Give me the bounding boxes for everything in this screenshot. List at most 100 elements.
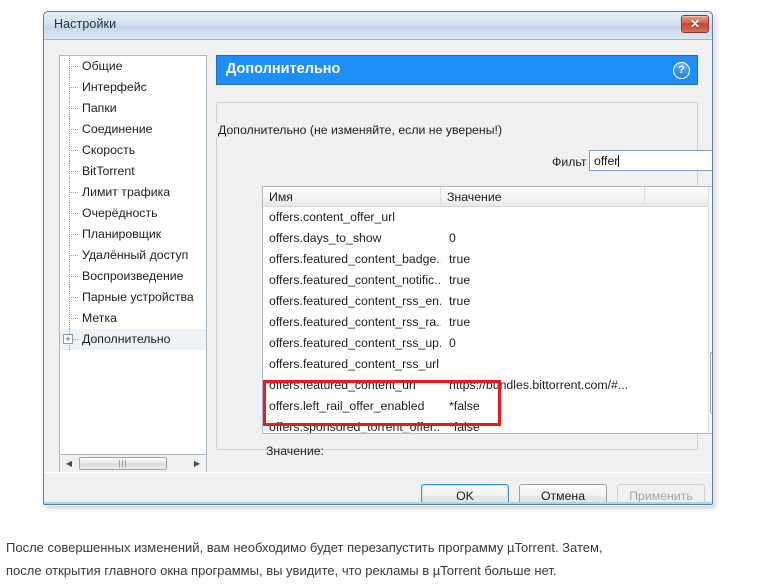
scroll-thumb-grip: |||	[118, 459, 128, 468]
sidebar-item-8[interactable]: Планировщик	[60, 224, 206, 245]
setting-value: true	[449, 252, 471, 266]
setting-value: *false	[449, 420, 480, 433]
setting-name: offers.left_rail_offer_enabled	[269, 399, 425, 413]
table-row[interactable]: offers.featured_content_rss_url	[263, 354, 712, 375]
table-row[interactable]: offers.featured_content_url https://bundl…	[263, 375, 712, 396]
table-row[interactable]: offers.days_to_show 0	[263, 228, 712, 249]
tree-line	[69, 129, 78, 130]
sidebar-item-2[interactable]: Папки	[60, 98, 206, 119]
button-bar-separator	[44, 472, 712, 473]
setting-name: offers.featured_content_notific...	[269, 273, 441, 287]
setting-value: true	[449, 294, 471, 308]
title-bar[interactable]: Настройки ✕	[44, 12, 712, 40]
value-label: Значение:	[266, 444, 324, 458]
sidebar-item-label: BitTorrent	[82, 164, 135, 178]
table-row[interactable]: offers.content_offer_url	[263, 207, 712, 228]
setting-name: offers.days_to_show	[269, 231, 382, 245]
scroll-right-arrow-icon[interactable]: ▶	[189, 456, 205, 471]
sidebar-item-label: Воспроизведение	[82, 269, 184, 283]
tree-expander-icon[interactable]: +	[63, 334, 73, 344]
setting-value: 0	[449, 336, 456, 350]
sidebar-item-label: Лимит трафика	[82, 185, 171, 199]
sidebar-item-label: Общие	[82, 59, 123, 73]
setting-value: *false	[449, 399, 480, 413]
table-row[interactable]: offers.featured_content_rss_ra... true	[263, 312, 712, 333]
table-row[interactable]: offers.featured_content_rss_up... 0	[263, 333, 712, 354]
table-row[interactable]: offers.featured_content_rss_en... true	[263, 291, 712, 312]
setting-name: offers.featured_content_rss_en...	[269, 294, 441, 308]
listview-vscroll-thumb[interactable]: ≡	[710, 352, 712, 414]
tree-line	[69, 108, 78, 109]
listview-column-header-1[interactable]: Значение	[441, 187, 645, 207]
listview-column-header-2[interactable]	[645, 187, 710, 207]
advanced-settings-listview[interactable]: Имя Значение offers.content_offer_url offe…	[262, 186, 712, 434]
filter-input[interactable]: offer	[589, 150, 712, 171]
scroll-up-arrow-icon[interactable]: ▲	[709, 187, 712, 203]
sidebar-item-9[interactable]: Удалённый доступ	[60, 245, 206, 266]
setting-name: offers.sponsored_torrent_offer...	[269, 420, 441, 433]
listview-header: Имя Значение	[263, 187, 712, 207]
sidebar-item-13[interactable]: + Дополнительно	[60, 329, 206, 350]
filter-input-value: offer	[594, 154, 619, 168]
sidebar-item-label: Интерфейс	[82, 80, 147, 94]
close-icon[interactable]: ✕	[681, 15, 709, 33]
setting-value: true	[449, 273, 471, 287]
listview-column-header-0[interactable]: Имя	[263, 187, 441, 207]
tree-line	[69, 171, 78, 172]
help-icon[interactable]: ?	[673, 62, 690, 79]
tree-line	[69, 234, 78, 235]
text-caret	[618, 155, 620, 167]
table-row[interactable]: offers.featured_content_badge... true	[263, 249, 712, 270]
sidebar-item-label: Очерёдность	[82, 206, 158, 220]
scroll-thumb-grip: ≡	[711, 378, 712, 382]
table-row[interactable]: offers.left_rail_offer_enabled *false	[263, 396, 712, 417]
groupbox-legend: Дополнительно (не изменяйте, если не уве…	[214, 123, 507, 137]
sidebar-item-7[interactable]: Очерёдность	[60, 203, 206, 224]
window-title: Настройки	[54, 17, 117, 31]
table-row[interactable]: offers.sponsored_torrent_offer... *false	[263, 417, 712, 433]
listview-vertical-scrollbar[interactable]: ▲ ≡ ▼	[708, 187, 712, 433]
filter-label: Фильт	[552, 155, 587, 169]
sidebar-item-1[interactable]: Интерфейс	[60, 77, 206, 98]
tree-line	[69, 150, 78, 151]
sidebar-item-label: Папки	[82, 101, 117, 115]
setting-name: offers.content_offer_url	[269, 210, 396, 224]
sidebar-item-5[interactable]: BitTorrent	[60, 161, 206, 182]
tree-line	[69, 87, 78, 88]
listview-body[interactable]: offers.content_offer_url offers.days_to_s…	[263, 207, 712, 433]
sidebar-item-0[interactable]: Общие	[60, 56, 206, 77]
sidebar-item-10[interactable]: Воспроизведение	[60, 266, 206, 287]
sidebar-item-3[interactable]: Соединение	[60, 119, 206, 140]
dialog-client-area: Общие Интерфейс Папки Соединение Скорость Bit…	[44, 40, 712, 504]
setting-name: offers.featured_content_rss_url	[269, 357, 439, 371]
tree-line	[69, 255, 78, 256]
sidebar-item-11[interactable]: Парные устройства	[60, 287, 206, 308]
tree-hscroll-thumb[interactable]: |||	[79, 457, 167, 470]
caption-line-1: После совершенных изменений, вам необход…	[6, 540, 603, 555]
tree-line	[69, 213, 78, 214]
scroll-down-arrow-icon[interactable]: ▼	[709, 417, 712, 433]
settings-tree[interactable]: Общие Интерфейс Папки Соединение Скорость Bit…	[59, 55, 207, 455]
sidebar-item-label: Метка	[82, 311, 117, 325]
setting-value: https://bundles.bittorrent.com/#...	[449, 378, 629, 392]
table-row[interactable]: offers.featured_content_notific... true	[263, 270, 712, 291]
sidebar-item-label: Удалённый доступ	[82, 248, 189, 262]
scroll-left-arrow-icon[interactable]: ◀	[61, 456, 77, 471]
tree-line	[69, 318, 78, 319]
sidebar-item-12[interactable]: Метка	[60, 308, 206, 329]
page-title: Дополнительно	[226, 61, 341, 77]
setting-value: 0	[449, 231, 456, 245]
tree-line	[69, 297, 78, 298]
caption-line-2: после открытия главного окна программы, …	[6, 563, 557, 578]
tree-line	[69, 276, 78, 277]
tree-horizontal-scrollbar[interactable]: ◀ ||| ▶	[59, 456, 207, 473]
sidebar-item-4[interactable]: Скорость	[60, 140, 206, 161]
setting-name: offers.featured_content_rss_up...	[269, 336, 441, 350]
tree-line	[69, 66, 78, 67]
sidebar-item-label: Соединение	[82, 122, 153, 136]
window-bottom-accent	[44, 502, 712, 504]
sidebar-item-label: Дополнительно	[82, 332, 171, 346]
sidebar-item-6[interactable]: Лимит трафика	[60, 182, 206, 203]
caption-text: После совершенных изменений, вам необход…	[6, 536, 760, 582]
settings-dialog-window: Настройки ✕ Общие Интерфейс Папки Соединени…	[43, 11, 713, 505]
